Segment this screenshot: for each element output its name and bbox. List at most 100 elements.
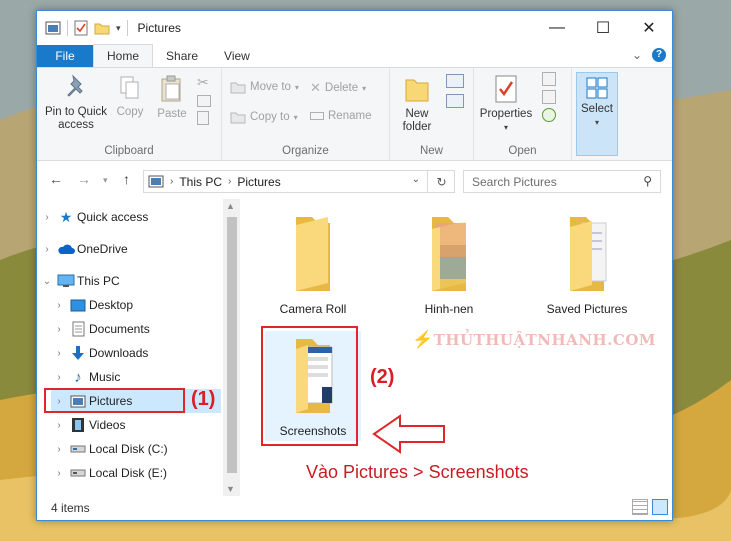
breadcrumb-this-pc[interactable]: This PC	[179, 175, 222, 189]
nav-item-quick-access[interactable]: › ★ Quick access	[39, 205, 219, 229]
ribbon: Pin to Quick access Copy Paste ✂ Clipboa…	[37, 67, 672, 161]
nav-label: Desktop	[89, 298, 134, 312]
paste-icon	[161, 75, 181, 102]
download-arrow-icon	[67, 345, 89, 361]
nav-item-this-pc[interactable]: ⌄ This PC	[39, 269, 219, 293]
forward-arrow-icon[interactable]: →	[77, 171, 91, 187]
properties-button[interactable]: Properties ▾	[478, 74, 534, 134]
item-count: 4 items	[51, 501, 90, 515]
edit-icon[interactable]	[542, 90, 556, 104]
pointer-arrow-icon	[372, 414, 445, 454]
new-item-icon[interactable]	[446, 74, 464, 88]
move-to-icon	[230, 82, 246, 94]
folder-label: Saved Pictures	[546, 302, 628, 316]
collapse-chevron-icon[interactable]: ⌄	[39, 276, 55, 287]
recent-locations-chevron-icon[interactable]: ▾	[103, 175, 108, 186]
cut-icon[interactable]: ✂	[197, 74, 211, 91]
title-bar: ▾ Pictures — ☐ ✕	[37, 11, 672, 45]
back-arrow-icon[interactable]: ←	[49, 171, 63, 187]
nav-item-documents[interactable]: › Documents	[51, 317, 221, 341]
explorer-window-icon	[45, 21, 61, 35]
expand-chevron-icon[interactable]: ›	[51, 300, 67, 311]
nav-item-local-disk-c[interactable]: › Local Disk (C:)	[51, 437, 221, 461]
scrollbar-thumb[interactable]	[227, 217, 237, 473]
pin-to-quick-access-button[interactable]: Pin to Quick access	[41, 74, 111, 132]
copy-to-label: Copy to	[250, 111, 290, 123]
expand-chevron-icon[interactable]: ›	[51, 444, 67, 455]
nav-pane-scrollbar[interactable]: ▲ ▼	[223, 199, 240, 496]
folder-hinh-nen[interactable]: Hinh-nen	[401, 213, 497, 316]
properties-check-icon[interactable]	[74, 20, 88, 36]
nav-item-desktop[interactable]: › Desktop	[51, 293, 221, 317]
paste-button[interactable]: Paste	[155, 74, 189, 121]
film-icon	[67, 417, 89, 433]
tab-file[interactable]: File	[37, 45, 93, 67]
paste-shortcut-icon[interactable]	[197, 111, 209, 125]
up-arrow-icon[interactable]: ↑	[123, 171, 130, 187]
properties-icon	[495, 75, 517, 103]
new-folder-button[interactable]: New folder	[394, 74, 440, 134]
easy-access-icon[interactable]	[446, 94, 464, 108]
expand-chevron-icon[interactable]: ›	[51, 348, 67, 359]
expand-chevron-icon[interactable]: ›	[51, 468, 67, 479]
clipboard-group-label: Clipboard	[104, 145, 154, 157]
nav-item-onedrive[interactable]: › OneDrive	[39, 237, 219, 261]
copy-to-button[interactable]: Copy to ▾	[230, 110, 298, 124]
music-note-icon: ♪	[74, 368, 82, 386]
tab-share[interactable]: Share	[153, 45, 211, 67]
nav-item-videos[interactable]: › Videos	[51, 413, 221, 437]
step-1-label: (1)	[191, 388, 216, 410]
navigation-pane: › ★ Quick access › OneDrive ⌄ This PC › …	[37, 199, 240, 496]
help-icon[interactable]: ?	[652, 48, 666, 62]
large-icons-view-icon[interactable]	[652, 499, 668, 515]
window-title: Pictures	[137, 21, 181, 35]
rename-button[interactable]: Rename	[310, 110, 371, 122]
expand-chevron-icon[interactable]: ›	[51, 420, 67, 431]
nav-label: This PC	[77, 274, 120, 288]
expand-chevron-icon[interactable]: ›	[39, 212, 55, 223]
tab-view[interactable]: View	[211, 45, 263, 67]
folder-with-photo-icon	[432, 217, 466, 291]
nav-label: Videos	[89, 418, 126, 432]
maximize-button[interactable]: ☐	[580, 11, 626, 45]
folder-with-document-icon	[570, 217, 607, 291]
address-bar[interactable]: › This PC › Pictures ⌄	[143, 170, 455, 193]
move-to-button[interactable]: Move to ▾	[230, 80, 299, 94]
watermark-text: THỦTHUẬTNHANH.COM	[433, 331, 657, 349]
refresh-button[interactable]: ↻	[427, 170, 455, 193]
rename-icon	[310, 112, 324, 120]
address-dropdown-icon[interactable]: ⌄	[412, 174, 420, 185]
nav-item-local-disk-e[interactable]: › Local Disk (E:)	[51, 461, 221, 485]
qat-dropdown-icon[interactable]: ▾	[116, 23, 121, 34]
history-icon[interactable]	[542, 108, 556, 122]
copy-path-icon[interactable]	[197, 95, 211, 107]
desktop-icon	[67, 299, 89, 312]
minimize-button[interactable]: —	[534, 11, 580, 45]
expand-chevron-icon[interactable]: ›	[51, 372, 67, 383]
folder-saved-pictures[interactable]: Saved Pictures	[539, 213, 635, 316]
folder-label: Camera Roll	[279, 302, 347, 316]
scroll-up-icon[interactable]: ▲	[226, 201, 235, 211]
nav-item-music[interactable]: › ♪ Music	[51, 365, 221, 389]
step-2-label: (2)	[370, 366, 395, 388]
copy-button[interactable]: Copy	[115, 74, 145, 119]
expand-chevron-icon[interactable]: ›	[39, 244, 55, 255]
copy-icon	[120, 76, 139, 99]
nav-label: Music	[89, 370, 121, 384]
search-input[interactable]: Search Pictures ⚲	[463, 170, 661, 193]
nav-item-downloads[interactable]: › Downloads	[51, 341, 221, 365]
details-view-icon[interactable]	[632, 499, 648, 515]
select-button[interactable]: Select ▾	[576, 72, 618, 156]
ribbon-collapse-icon[interactable]: ⌄	[632, 48, 642, 62]
new-folder-qat-icon[interactable]	[94, 21, 110, 35]
tab-home[interactable]: Home	[93, 44, 154, 67]
quick-access-toolbar: ▾	[37, 11, 128, 45]
select-label: Select	[581, 103, 613, 115]
delete-button[interactable]: ✕ Delete ▾	[310, 80, 366, 96]
open-icon[interactable]	[542, 72, 556, 86]
close-button[interactable]: ✕	[626, 11, 672, 45]
scroll-down-icon[interactable]: ▼	[226, 484, 235, 494]
expand-chevron-icon[interactable]: ›	[51, 324, 67, 335]
folder-camera-roll[interactable]: Camera Roll	[265, 213, 361, 316]
breadcrumb-pictures[interactable]: Pictures	[237, 175, 280, 189]
